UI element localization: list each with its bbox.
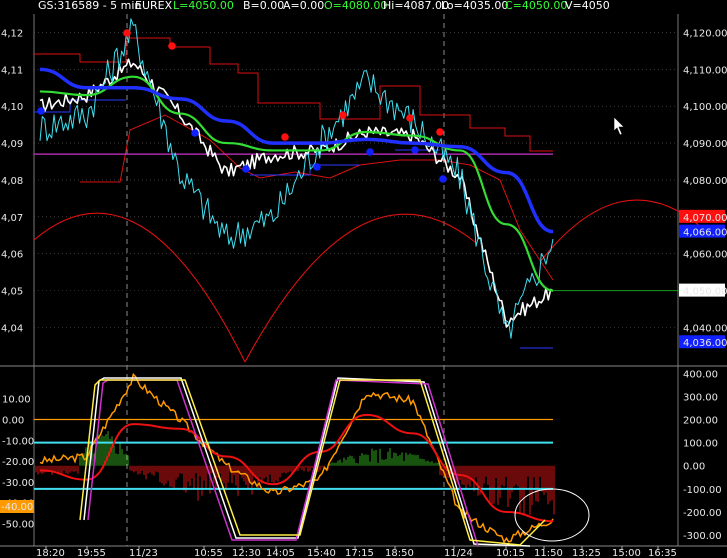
price-tick-label: 4,100.00 <box>683 102 727 113</box>
x-tick-label: 10:15 <box>496 548 525 558</box>
oscillator-tick-label: 400.00 <box>683 369 718 380</box>
trading-chart: GS:316589 - 5 min EUREX L=4050.00 B=0.00… <box>0 0 727 558</box>
signal-dot <box>339 111 347 119</box>
header-bid: B=0.00 <box>243 0 284 12</box>
x-tick-label: 16:35 <box>648 548 677 558</box>
signal-dot <box>242 165 250 173</box>
price-tick-label: 4,080.00 <box>683 176 727 187</box>
left-oscillator-tick-label: -30.00 <box>2 478 34 489</box>
oscillator-tick-label: 200.00 <box>683 416 718 427</box>
left-price-tick-label: 4,06 <box>1 250 23 261</box>
left-oscillator-tick-label: -50.00 <box>2 520 34 531</box>
oscillator-tick-label: 100.00 <box>683 439 718 450</box>
x-tick-label: 18:50 <box>385 548 414 558</box>
left-oscillator-tick-label: -10.00 <box>2 436 34 447</box>
signal-dot <box>168 42 176 50</box>
x-tick-label: 19:55 <box>77 548 106 558</box>
x-tick-label: 15:00 <box>612 548 641 558</box>
left-price-tick-label: 4,07 <box>1 213 23 224</box>
x-tick-label: 11/24 <box>444 548 473 558</box>
header-ask: A=0.00 <box>283 0 324 12</box>
x-tick-label: 11:50 <box>534 548 563 558</box>
x-tick-label: 11/23 <box>129 548 158 558</box>
x-tick-label: 10:55 <box>194 548 223 558</box>
header-high: Hi=4087.00 <box>383 0 449 12</box>
signal-dot <box>411 146 419 154</box>
left-oscillator-tick-label: 10.00 <box>2 395 31 406</box>
left-price-tick-label: 4,10 <box>1 102 23 113</box>
signal-dot <box>436 128 444 136</box>
oscillator-tick-label: -100.00 <box>683 485 722 496</box>
header-close: C=4050.00 <box>505 0 567 12</box>
header-symbol: GS:316589 - 5 min <box>38 0 141 12</box>
price-marker-label: 4,036.00 <box>683 338 727 349</box>
left-oscillator-tick-label: -20.00 <box>2 457 34 468</box>
price-marker-label: 4,066.00 <box>683 228 727 239</box>
x-tick-label: 12:30 <box>232 548 261 558</box>
oscillator-tick-label: 0.00 <box>683 462 705 473</box>
x-tick-label: 18:20 <box>36 548 65 558</box>
signal-dot <box>281 133 289 141</box>
signal-dot <box>439 175 447 183</box>
signal-dot <box>191 129 199 137</box>
signal-dot <box>406 114 414 122</box>
left-price-tick-label: 4,12 <box>1 28 23 39</box>
x-tick-label: 14:05 <box>266 548 295 558</box>
header-open: O=4080.00 <box>324 0 387 12</box>
chart-header: GS:316589 - 5 min EUREX L=4050.00 B=0.00… <box>38 0 610 12</box>
price-tick-label: 4,040.00 <box>683 323 727 334</box>
oscillator-tick-label: -300.00 <box>683 531 722 542</box>
price-tick-label: 4,110.00 <box>683 65 727 76</box>
left-price-tick-label: 4,04 <box>1 323 23 334</box>
price-tick-label: 4,060.00 <box>683 250 727 261</box>
x-tick-label: 17:15 <box>345 548 374 558</box>
left-oscillator-marker-label: -40.00 <box>1 502 33 513</box>
header-low: Lo=4035.00 <box>441 0 508 12</box>
x-tick-label: 15:40 <box>307 548 336 558</box>
header-exchange: EUREX <box>135 0 173 12</box>
x-tick-label: 13:25 <box>572 548 601 558</box>
signal-dot <box>123 29 131 37</box>
price-tick-label: 4,090.00 <box>683 139 727 150</box>
signal-dot <box>37 107 45 115</box>
signal-dot <box>313 163 321 171</box>
oscillator-tick-label: -200.00 <box>683 508 722 519</box>
oscillator-tick-label: 300.00 <box>683 392 718 403</box>
left-oscillator-tick-label: 0.00 <box>2 416 24 427</box>
left-price-tick-label: 4,09 <box>1 139 23 150</box>
left-price-tick-label: 4,11 <box>1 65 23 76</box>
header-volume: V=4050 <box>565 0 610 12</box>
left-price-tick-label: 4,05 <box>1 287 23 298</box>
left-price-tick-label: 4,08 <box>1 176 23 187</box>
price-marker-label: 4,050.00 <box>683 287 727 298</box>
price-tick-label: 4,120.00 <box>683 28 727 39</box>
price-marker-label: 4,070.00 <box>683 213 727 224</box>
signal-dot <box>366 148 374 156</box>
header-last: L=4050.00 <box>173 0 234 12</box>
